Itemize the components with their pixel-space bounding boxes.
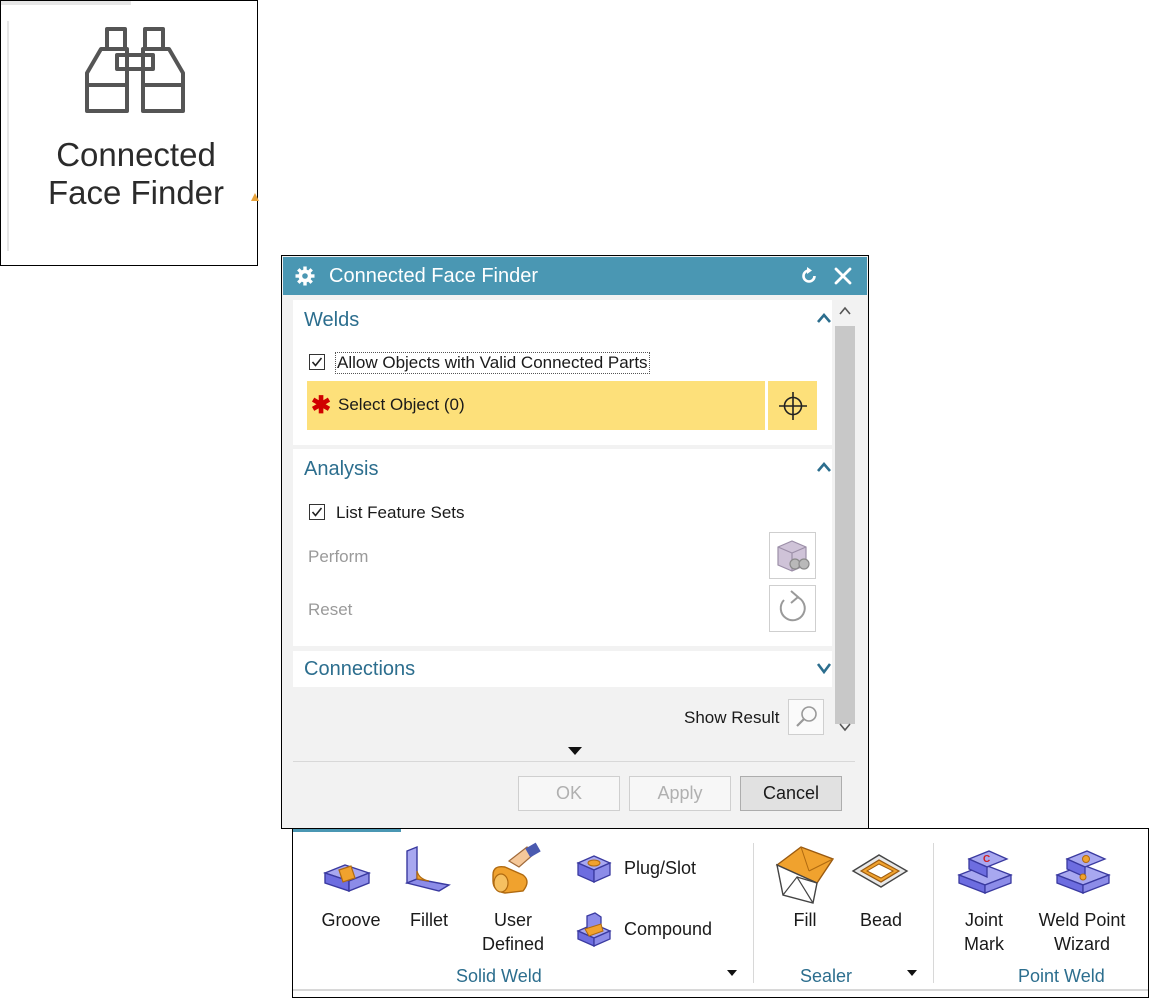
analysis-header[interactable]: Analysis: [304, 458, 378, 481]
crosshair-icon: [779, 392, 807, 420]
select-object-row[interactable]: ✱ Select Object (0): [307, 381, 765, 430]
weld-point-wizard-icon[interactable]: [1053, 847, 1113, 897]
reset-label: Reset: [308, 600, 353, 619]
show-result-button[interactable]: [788, 699, 824, 735]
connections-section: Connections: [293, 651, 832, 687]
close-icon[interactable]: [833, 266, 853, 286]
group-separator: [933, 843, 934, 983]
weld-point-wizard-label-line2: Wizard: [1053, 934, 1110, 954]
more-options-arrow-icon[interactable]: [568, 747, 582, 755]
checkmark-icon: [311, 507, 323, 517]
button-label-line2: Face Finder: [47, 174, 225, 211]
active-tab-indicator: [293, 829, 401, 832]
compound-weld-icon[interactable]: [575, 911, 613, 949]
weld-ribbon-toolbar: Groove Fillet User Defined Plug/Slot Com…: [292, 828, 1149, 998]
dropdown-arrow-icon[interactable]: [251, 193, 259, 201]
dialog-titlebar[interactable]: Connected Face Finder: [283, 257, 867, 295]
solid-weld-dropdown-arrow-icon[interactable]: [727, 970, 737, 976]
analysis-section: Analysis List Feature Sets Perform Reset: [293, 449, 832, 646]
gear-icon[interactable]: [295, 266, 315, 286]
fillet-label[interactable]: Fillet: [393, 908, 465, 932]
connections-header[interactable]: Connections: [304, 658, 415, 681]
dialog-title: Connected Face Finder: [329, 265, 539, 287]
group-separator: [753, 843, 754, 983]
bead-label[interactable]: Bead: [849, 908, 913, 932]
connected-face-finder-ribbon-button[interactable]: Connected Face Finder: [0, 0, 259, 266]
allow-objects-checkbox[interactable]: [309, 354, 325, 370]
user-defined-weld-icon[interactable]: [483, 841, 543, 901]
weld-point-wizard-label-line1: Weld Point: [1038, 910, 1126, 930]
connected-face-finder-dialog: Connected Face Finder Welds Allow Object…: [281, 255, 869, 829]
solid-weld-group-label: Solid Weld: [456, 966, 542, 986]
scroll-down-arrow-icon[interactable]: [839, 722, 851, 732]
compound-label[interactable]: Compound: [624, 917, 712, 941]
allow-objects-label[interactable]: Allow Objects with Valid Connected Parts: [335, 352, 650, 374]
user-defined-label-line1: User: [493, 910, 532, 930]
sealer-dropdown-arrow-icon[interactable]: [907, 970, 917, 976]
weld-point-wizard-label[interactable]: Weld Point Wizard: [1027, 908, 1137, 956]
checkmark-icon: [311, 357, 323, 367]
footer-separator: [293, 761, 855, 762]
bead-sealer-icon[interactable]: [849, 849, 911, 893]
magnifier-icon: [796, 706, 817, 727]
joint-mark-label[interactable]: Joint Mark: [949, 908, 1019, 956]
user-defined-label[interactable]: User Defined: [473, 908, 553, 956]
select-object-button[interactable]: [768, 381, 817, 430]
scrollbar-thumb[interactable]: [835, 326, 855, 724]
plug-slot-weld-icon[interactable]: [575, 851, 613, 887]
chevron-up-icon[interactable]: [816, 461, 832, 473]
list-feature-sets-checkbox[interactable]: [309, 504, 325, 520]
groove-weld-icon[interactable]: [321, 853, 373, 897]
perform-label: Perform: [308, 547, 369, 566]
welds-section: Welds Allow Objects with Valid Connected…: [293, 300, 832, 445]
cancel-button[interactable]: Cancel: [740, 776, 842, 811]
ok-button[interactable]: OK: [518, 776, 620, 811]
ribbon-bottom-border: [293, 989, 1148, 991]
svg-text:C: C: [983, 854, 990, 865]
sealer-group-label: Sealer: [800, 966, 853, 986]
chevron-down-icon[interactable]: [816, 662, 832, 674]
perform-analysis-icon: [777, 540, 810, 572]
select-object-label: Select Object (0): [338, 395, 465, 414]
joint-mark-icon[interactable]: C: [955, 847, 1015, 897]
show-result-label: Show Result: [684, 708, 780, 727]
button-label-line1: Connected: [56, 136, 216, 173]
chevron-up-icon[interactable]: [816, 312, 832, 324]
user-defined-label-line2: Defined: [481, 934, 545, 954]
plug-slot-label[interactable]: Plug/Slot: [624, 856, 696, 880]
list-feature-sets-label[interactable]: List Feature Sets: [336, 503, 465, 523]
binoculars-icon: [85, 27, 185, 113]
groove-label[interactable]: Groove: [311, 908, 391, 932]
joint-mark-label-line1: Joint: [964, 910, 1004, 930]
undo-arrow-icon: [779, 590, 806, 622]
fill-sealer-icon[interactable]: [773, 843, 837, 905]
tab-edge: [1, 1, 131, 5]
scroll-up-arrow-icon[interactable]: [839, 306, 851, 316]
perform-button[interactable]: [769, 532, 816, 579]
point-weld-group-label: Point Weld: [1018, 966, 1105, 986]
reset-button[interactable]: [769, 585, 816, 632]
reset-icon[interactable]: [799, 266, 819, 286]
required-asterisk-icon: ✱: [311, 392, 332, 419]
fill-label[interactable]: Fill: [780, 908, 830, 932]
welds-header[interactable]: Welds: [304, 309, 359, 332]
apply-button[interactable]: Apply: [629, 776, 731, 811]
fillet-weld-icon[interactable]: [401, 845, 453, 897]
joint-mark-label-line2: Mark: [964, 934, 1004, 954]
